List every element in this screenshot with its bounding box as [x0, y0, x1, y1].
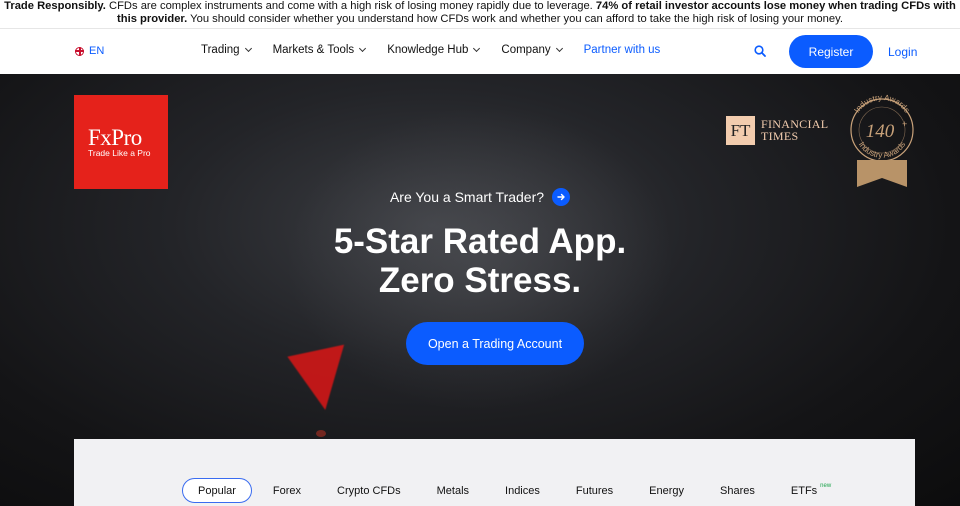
tab-shares[interactable]: Shares — [705, 478, 770, 503]
red-decor-shape — [287, 344, 357, 416]
tab-etfs[interactable]: ETFs new — [776, 478, 846, 503]
market-tabs: Popular Forex Crypto CFDs Metals Indices… — [182, 478, 852, 503]
ft-name: FINANCIAL TIMES — [761, 118, 828, 143]
award-bottom-text: Industry Awards — [857, 140, 907, 160]
menu-item-knowledge-hub[interactable]: Knowledge Hub — [387, 44, 481, 56]
hero-headline-line1: 5-Star Rated App. — [333, 222, 627, 261]
menu-item-markets-tools[interactable]: Markets & Tools — [272, 44, 367, 56]
register-button[interactable]: Register — [789, 35, 873, 68]
tab-popular[interactable]: Popular — [182, 478, 252, 503]
award-count: 140 — [866, 121, 895, 142]
language-selector[interactable]: EN — [75, 45, 104, 57]
risk-warning-text-2: You should consider whether you understa… — [187, 12, 843, 25]
chevron-down-icon — [555, 44, 563, 53]
markets-panel: Popular Forex Crypto CFDs Metals Indices… — [74, 439, 915, 506]
arrow-right-icon — [552, 188, 571, 206]
menu-item-label: Company — [501, 44, 551, 56]
menu-item-label: Markets & Tools — [272, 44, 355, 56]
smart-trader-question: Are You a Smart Trader? — [389, 189, 545, 205]
chevron-down-icon — [244, 44, 252, 53]
hero-headline: 5-Star Rated App. Zero Stress. — [0, 222, 960, 300]
menu-item-company[interactable]: Company — [501, 44, 563, 56]
red-decor-dot — [316, 430, 326, 437]
smart-trader-link[interactable]: Are You a Smart Trader? — [0, 188, 960, 206]
risk-warning-bold: Trade Responsibly. — [4, 0, 106, 12]
financial-times-badge: FT FINANCIAL TIMES — [726, 116, 828, 145]
menu-item-label: Knowledge Hub — [387, 44, 469, 56]
hero-headline-line2: Zero Stress. — [378, 261, 582, 300]
tab-crypto-cfds[interactable]: Crypto CFDs — [322, 478, 416, 503]
search-icon[interactable] — [754, 45, 766, 57]
tab-indices[interactable]: Indices — [490, 478, 555, 503]
tab-energy[interactable]: Energy — [634, 478, 699, 503]
login-link[interactable]: Login — [888, 45, 917, 59]
risk-warning-banner: Trade Responsibly. CFDs are complex inst… — [0, 0, 960, 28]
award-ribbon-icon — [857, 160, 907, 187]
menu-item-trading[interactable]: Trading — [201, 44, 252, 56]
tab-futures[interactable]: Futures — [561, 478, 628, 503]
logo-tagline: Trade Like a Pro — [88, 148, 151, 158]
open-trading-account-button[interactable]: Open a Trading Account — [406, 322, 584, 365]
risk-warning-text: CFDs are complex instruments and come wi… — [105, 0, 596, 12]
uk-flag-icon — [75, 46, 84, 56]
language-label: EN — [89, 45, 105, 57]
tab-etfs-label: ETFs — [790, 484, 818, 497]
chevron-down-icon — [473, 44, 481, 53]
tab-metals[interactable]: Metals — [422, 478, 484, 503]
fxpro-logo[interactable]: FxPro Trade Like a Pro — [74, 95, 168, 189]
award-top-text: Industry Awards — [852, 94, 911, 114]
menu-item-label: Trading — [201, 44, 240, 56]
top-navigation: EN Trading Markets & Tools Knowledge Hub… — [0, 28, 960, 74]
chevron-down-icon — [359, 44, 367, 53]
ft-name-line2: TIMES — [761, 128, 799, 143]
partner-link[interactable]: Partner with us — [584, 44, 661, 56]
ft-logo-icon: FT — [726, 116, 755, 145]
award-plus: + — [902, 119, 907, 129]
main-menu: Trading Markets & Tools Knowledge Hub Co… — [201, 44, 682, 56]
tab-forex[interactable]: Forex — [258, 478, 316, 503]
industry-awards-badge: Industry Awards Industry Awards 140 + — [850, 94, 914, 187]
new-badge: new — [820, 482, 832, 489]
